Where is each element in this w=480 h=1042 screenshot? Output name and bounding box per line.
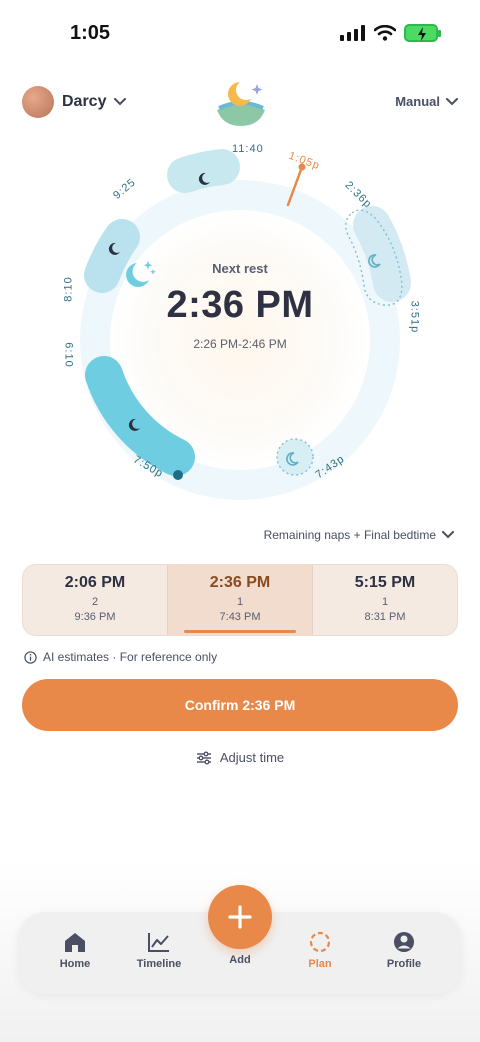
profile-icon bbox=[394, 932, 414, 952]
option-time: 5:15 PM bbox=[354, 574, 416, 591]
nav-home-label: Home bbox=[59, 958, 91, 970]
header: Darcy Manual bbox=[0, 78, 480, 128]
next-rest-panel: Next rest 2:36 PM 2:26 PM-2:46 PM bbox=[120, 255, 360, 351]
ai-disclaimer: AI estimates · For reference only bbox=[24, 650, 217, 664]
nav-plan-label: Plan bbox=[308, 958, 332, 970]
plan-icon bbox=[309, 931, 331, 953]
option-nap-count: 2 bbox=[91, 596, 99, 608]
nap-options: 2:06 PM 2 9:36 PM 2:36 PM 1 7:43 PM 5:15… bbox=[22, 564, 458, 636]
nav-profile-label: Profile bbox=[386, 958, 422, 970]
dial-label: 11:40 bbox=[232, 143, 264, 155]
status-icons bbox=[340, 24, 441, 42]
nav-home[interactable]: Home bbox=[40, 930, 110, 970]
option-card-selected[interactable]: 2:36 PM 1 7:43 PM bbox=[167, 565, 312, 635]
schedule-view-dropdown[interactable]: Remaining naps + Final bedtime bbox=[264, 528, 454, 542]
nav-profile[interactable]: Profile bbox=[369, 930, 439, 970]
selected-indicator bbox=[184, 630, 296, 633]
status-time: 1:05 bbox=[70, 22, 111, 44]
avatar bbox=[22, 86, 54, 118]
planned-block bbox=[353, 206, 411, 302]
signal-icon bbox=[340, 25, 365, 41]
option-card[interactable]: 2:06 PM 2 9:36 PM bbox=[23, 565, 167, 635]
wifi-icon bbox=[374, 25, 396, 41]
chevron-down-icon bbox=[442, 531, 454, 539]
option-bedtime: 9:36 PM bbox=[74, 611, 116, 623]
add-label: Add bbox=[229, 954, 251, 966]
chart-icon bbox=[148, 933, 169, 952]
dial-label: 6:10 bbox=[62, 342, 75, 368]
option-nap-count: 1 bbox=[381, 596, 389, 608]
nav-timeline[interactable]: Timeline bbox=[124, 930, 194, 970]
add-button[interactable] bbox=[208, 885, 272, 949]
sleep-dial[interactable]: 11:40 9:25 8:10 6:10 7:50p 7:43p 3:51p 2… bbox=[0, 135, 480, 515]
nav-timeline-label: Timeline bbox=[136, 958, 182, 970]
battery-icon bbox=[404, 24, 441, 42]
option-nap-count: 1 bbox=[236, 596, 244, 608]
option-bedtime: 8:31 PM bbox=[364, 611, 406, 623]
mode-selector[interactable]: Manual bbox=[395, 94, 458, 109]
app-logo bbox=[217, 80, 265, 126]
ai-disclaimer-text: AI estimates · For reference only bbox=[43, 650, 218, 664]
nav-plan[interactable]: Plan bbox=[285, 930, 355, 970]
adjust-time-label: Adjust time bbox=[219, 750, 285, 765]
status-bar: 1:05 bbox=[0, 0, 480, 70]
dropdown-label: Remaining naps + Final bedtime bbox=[263, 528, 436, 542]
info-icon bbox=[24, 650, 37, 664]
option-bedtime: 7:43 PM bbox=[219, 611, 261, 623]
dial-label: 8:10 bbox=[62, 276, 75, 302]
mode-label: Manual bbox=[395, 94, 440, 109]
user-switcher[interactable]: Darcy bbox=[22, 86, 127, 118]
option-time: 2:36 PM bbox=[209, 574, 271, 591]
option-time: 2:06 PM bbox=[64, 574, 126, 591]
home-icon bbox=[65, 933, 85, 952]
confirm-button[interactable]: Confirm 2:36 PM bbox=[22, 679, 458, 731]
next-rest-range: 2:26 PM-2:46 PM bbox=[193, 337, 287, 351]
sleep-block bbox=[84, 219, 140, 293]
sliders-icon bbox=[196, 751, 211, 764]
sleep-end-dot bbox=[173, 470, 183, 480]
plus-icon bbox=[228, 905, 252, 929]
user-name: Darcy bbox=[62, 93, 107, 110]
dial-label: 3:51p bbox=[408, 300, 421, 334]
moon-stars-icon bbox=[126, 261, 156, 287]
chevron-down-icon bbox=[114, 98, 127, 106]
planned-bedtime-marker bbox=[276, 438, 314, 476]
option-card[interactable]: 5:15 PM 1 8:31 PM bbox=[312, 565, 457, 635]
adjust-time-button[interactable]: Adjust time bbox=[0, 750, 480, 765]
chevron-down-icon bbox=[446, 97, 458, 105]
